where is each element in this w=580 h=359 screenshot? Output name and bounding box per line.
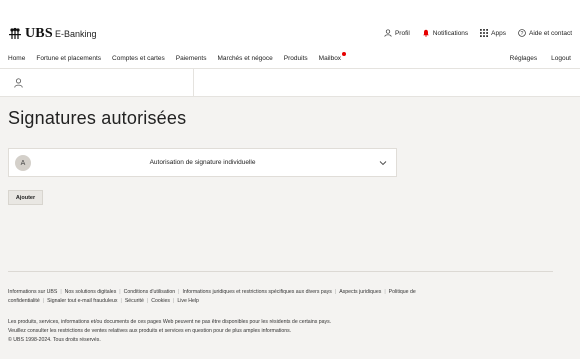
user-icon	[384, 29, 392, 37]
footer-links: Informations sur UBS | Nos solutions digit…	[8, 289, 416, 304]
footer-link-digital[interactable]: Nos solutions digitales	[65, 289, 117, 295]
grid-icon	[480, 29, 489, 37]
footer-link-live-help[interactable]: Live Help	[177, 298, 199, 304]
footer-link-cookies[interactable]: Cookies	[151, 298, 170, 304]
footer-link-terms[interactable]: Conditions d'utilisation	[124, 289, 175, 295]
disclaimer-line-1: Les produits, services, informations et/…	[8, 319, 332, 325]
nav-item-mailbox[interactable]: Mailbox	[318, 52, 347, 62]
ubs-logo[interactable]: UBS	[8, 26, 53, 42]
top-actions: Profil Notifications Apps ? Aide et cont…	[384, 29, 572, 37]
help-link[interactable]: ? Aide et contact	[518, 29, 572, 37]
nav-right: Réglages Logout	[510, 55, 571, 62]
apps-link[interactable]: Apps	[480, 29, 506, 37]
context-bar	[0, 69, 580, 97]
footer-divider	[8, 271, 553, 272]
user-icon	[14, 78, 23, 88]
notifications-label: Notifications	[432, 29, 469, 37]
apps-label: Apps	[491, 29, 506, 37]
help-label: Aide et contact	[529, 29, 572, 37]
nav-item-comptes[interactable]: Comptes et cartes	[112, 55, 165, 62]
add-button[interactable]: Ajouter	[8, 190, 43, 205]
brand-name: UBS	[25, 26, 53, 41]
chevron-down-icon	[379, 161, 387, 166]
signature-accordion[interactable]: A Autorisation de signature individuelle	[8, 148, 397, 177]
nav-item-paiements[interactable]: Paiements	[176, 55, 207, 62]
page-title: Signatures autorisées	[8, 108, 187, 128]
copyright: © UBS 1998-2024. Tous droits réservés.	[8, 337, 101, 343]
disclaimer-line-2: Veuillez consulter les restrictions de v…	[8, 327, 292, 334]
bell-icon	[422, 29, 429, 37]
footer-link-legal-countries[interactable]: Informations juridiques et restrictions …	[182, 289, 331, 295]
signature-label: Autorisation de signature individuelle	[149, 159, 256, 166]
nav-left: Home Fortune et placements Comptes et ca…	[8, 52, 347, 62]
nav-item-produits[interactable]: Produits	[284, 55, 308, 62]
footer-link-security[interactable]: Sécurité	[125, 298, 144, 304]
nav-item-logout[interactable]: Logout	[551, 55, 571, 62]
nav-item-settings[interactable]: Réglages	[510, 55, 537, 62]
profile-label: Profil	[394, 29, 410, 37]
nav-item-marches[interactable]: Marchés et négoce	[218, 55, 273, 62]
footer-disclaimer: Les produits, services, informations et/…	[8, 318, 548, 335]
profile-link[interactable]: Profil	[384, 29, 410, 37]
user-selector[interactable]	[0, 69, 194, 96]
ubs-keys-icon	[9, 27, 21, 39]
nav-item-home[interactable]: Home	[8, 55, 25, 62]
help-circle-icon: ?	[518, 29, 526, 37]
nav-item-fortune[interactable]: Fortune et placements	[36, 55, 101, 62]
svg-text:?: ?	[521, 31, 524, 37]
footer-link-fraud[interactable]: Signaler tout e-mail frauduleux	[47, 298, 117, 304]
top-header: UBS E-Banking Profil Notifications Apps …	[0, 0, 580, 48]
unread-indicator	[342, 52, 347, 56]
main-nav: Home Fortune et placements Comptes et ca…	[0, 48, 580, 69]
notifications-link[interactable]: Notifications	[422, 29, 468, 37]
mailbox-label: Mailbox	[318, 55, 342, 62]
app-name: E-Banking	[55, 29, 97, 39]
footer-link-ubs[interactable]: Informations sur UBS	[8, 289, 57, 295]
footer-link-legal[interactable]: Aspects juridiques	[339, 289, 381, 295]
